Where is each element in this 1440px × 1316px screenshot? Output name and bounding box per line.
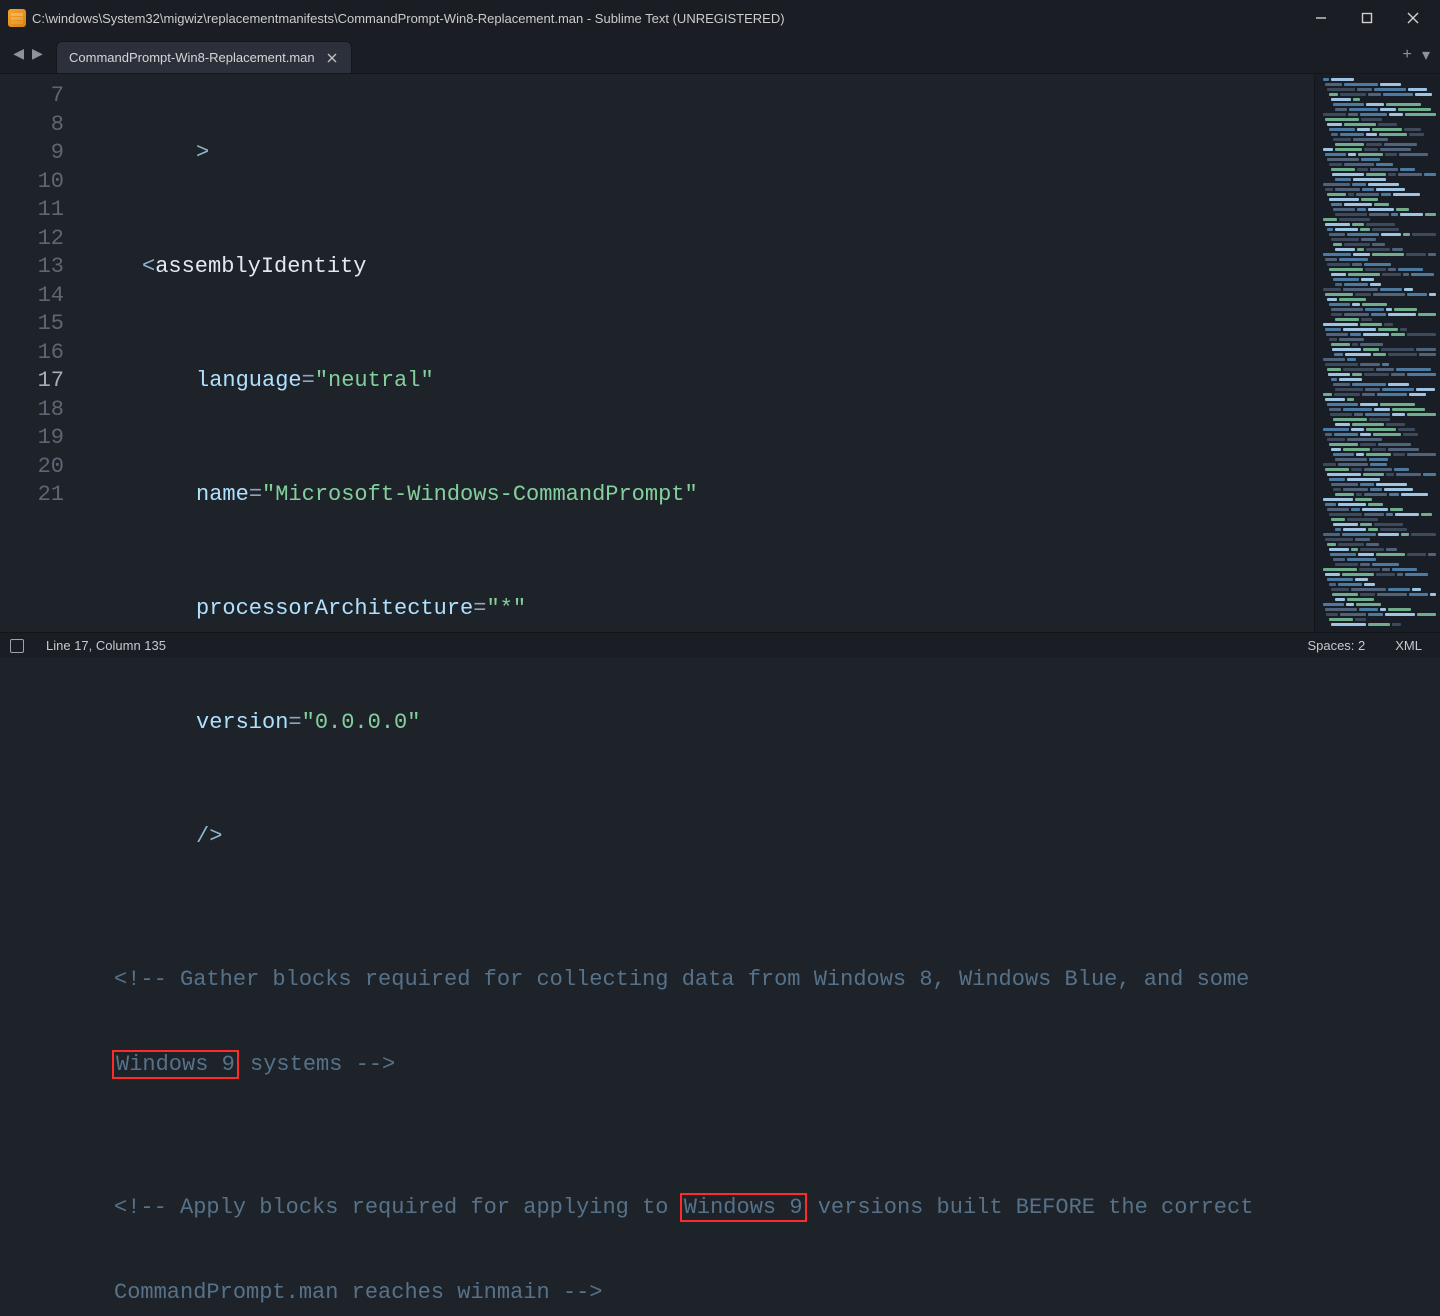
maximize-button[interactable] [1344, 0, 1390, 36]
line-number[interactable]: 17 [0, 367, 86, 396]
close-button[interactable] [1390, 0, 1436, 36]
line-number[interactable]: 8 [0, 111, 86, 140]
status-indentation[interactable]: Spaces: 2 [1299, 638, 1373, 653]
line-number[interactable]: 12 [0, 225, 86, 254]
window-title: C:\windows\System32\migwiz\replacementma… [32, 11, 785, 26]
line-number[interactable]: 10 [0, 168, 86, 197]
line-number[interactable]: 14 [0, 282, 86, 311]
line-number[interactable]: 19 [0, 424, 86, 453]
panel-switcher-icon[interactable] [10, 639, 24, 653]
app-logo-icon [8, 9, 26, 27]
window-controls [1298, 0, 1436, 36]
file-tab[interactable]: CommandPrompt-Win8-Replacement.man [56, 41, 352, 73]
tab-bar: ◀ ▶ CommandPrompt-Win8-Replacement.man +… [0, 36, 1440, 74]
tab-menu-button[interactable]: ▾ [1422, 45, 1430, 65]
minimize-button[interactable] [1298, 0, 1344, 36]
editor: 789101112131415161718192021 > <assemblyI… [0, 74, 1440, 632]
file-tab-label: CommandPrompt-Win8-Replacement.man [69, 50, 315, 65]
tab-close-icon[interactable] [325, 51, 339, 65]
minimap[interactable] [1314, 74, 1440, 632]
line-number[interactable]: 21 [0, 481, 86, 510]
line-number-gutter[interactable]: 789101112131415161718192021 [0, 74, 86, 632]
status-bar: Line 17, Column 135 Spaces: 2 XML [0, 632, 1440, 658]
line-number[interactable]: 11 [0, 196, 86, 225]
highlight-windows-9: Windows 9 [112, 1050, 239, 1079]
nav-back-icon[interactable]: ◀ [13, 46, 24, 63]
line-number[interactable]: 15 [0, 310, 86, 339]
tag-assemblyidentity: assemblyIdentity [155, 254, 366, 279]
line-number[interactable]: 9 [0, 139, 86, 168]
line-number[interactable]: 7 [0, 82, 86, 111]
code-area[interactable]: > <assemblyIdentity language="neutral" n… [86, 74, 1314, 632]
status-syntax[interactable]: XML [1387, 638, 1430, 653]
line-number[interactable]: 13 [0, 253, 86, 282]
line-number[interactable]: 20 [0, 453, 86, 482]
line-number[interactable]: 16 [0, 339, 86, 368]
status-cursor-position[interactable]: Line 17, Column 135 [38, 638, 174, 653]
new-tab-button[interactable]: + [1402, 46, 1412, 64]
title-bar: C:\windows\System32\migwiz\replacementma… [0, 0, 1440, 36]
nav-forward-icon[interactable]: ▶ [32, 46, 43, 63]
highlight-windows-9: Windows 9 [680, 1193, 807, 1222]
line-number[interactable]: 18 [0, 396, 86, 425]
code-text: > [196, 140, 209, 165]
